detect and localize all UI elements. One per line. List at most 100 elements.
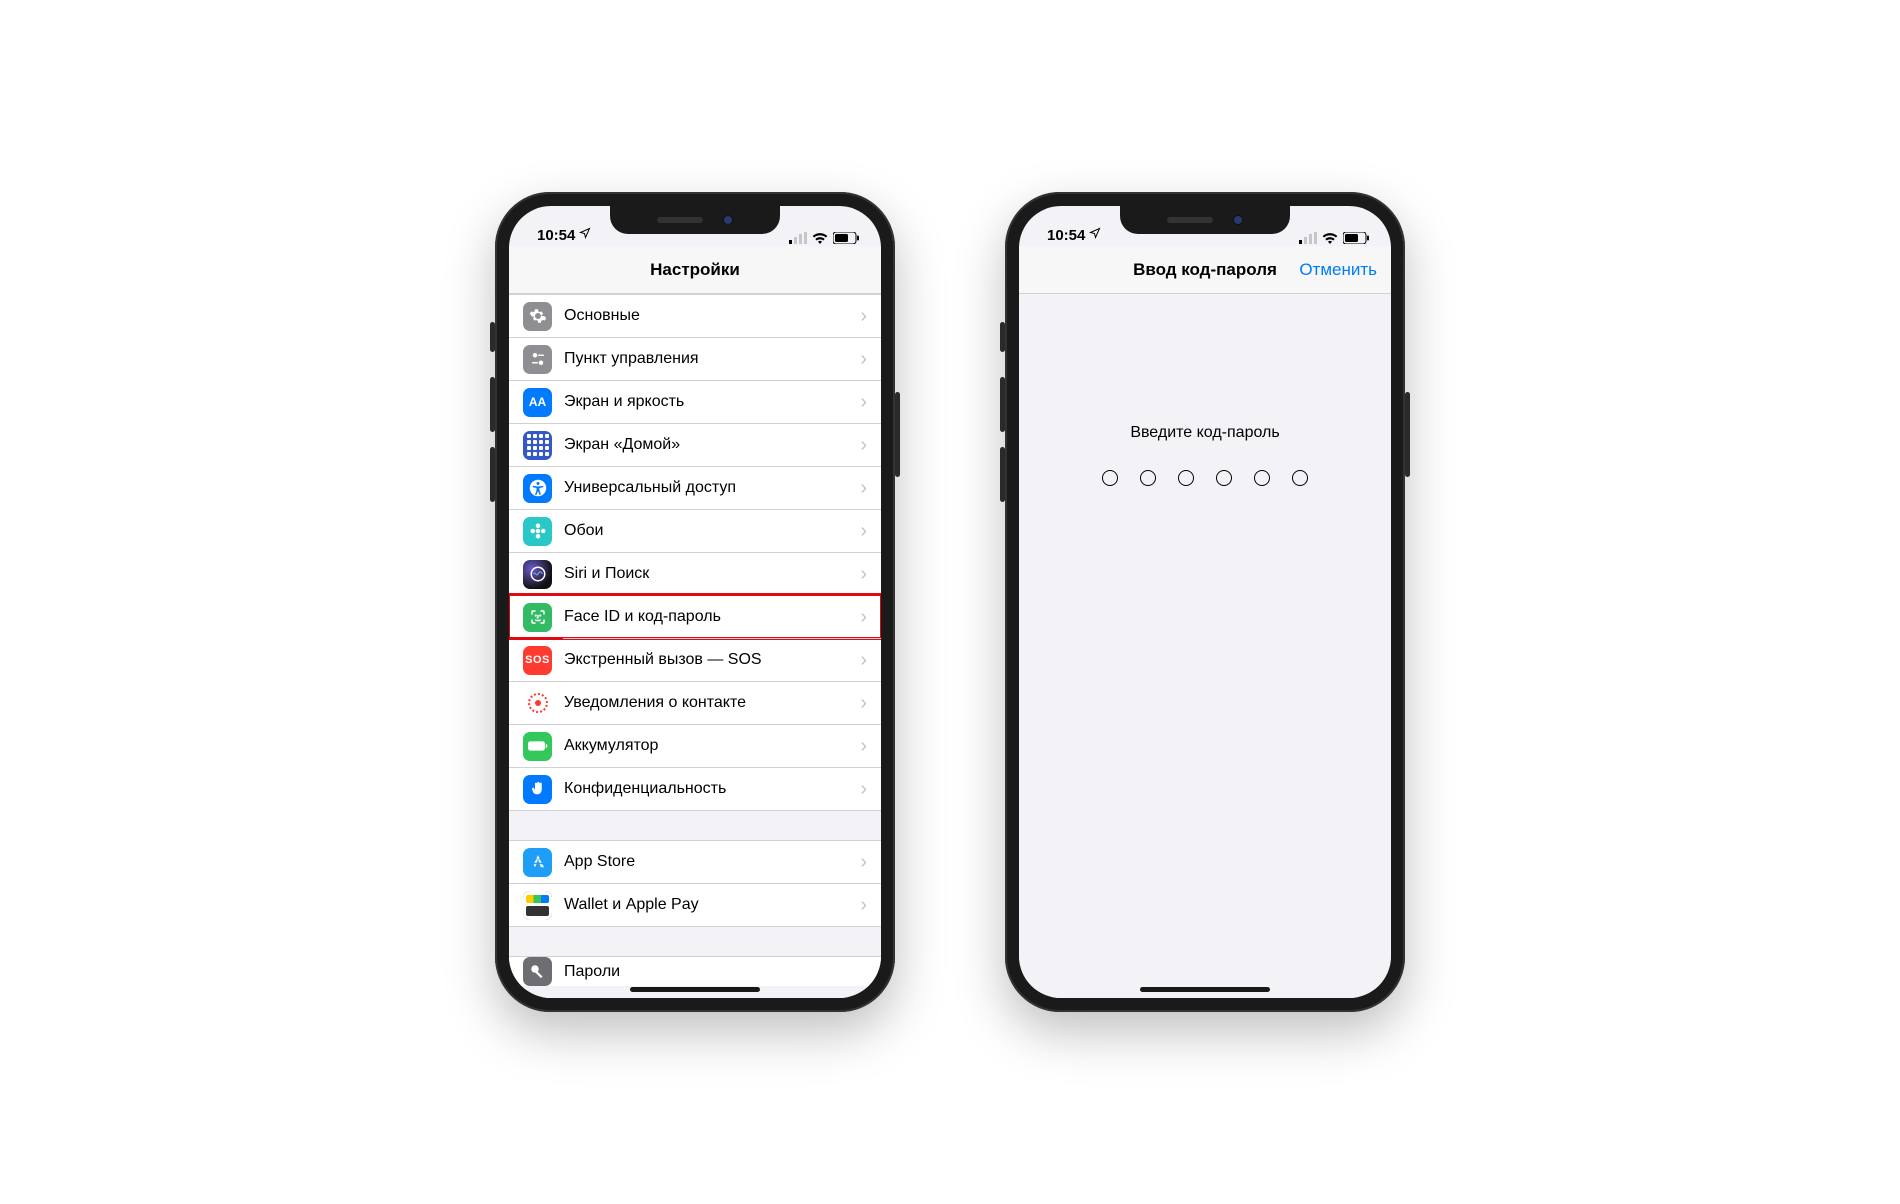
phone-frame-settings: 10:54 Настройки Основные›Пункт управ	[495, 192, 895, 1012]
passcode-dot	[1292, 470, 1308, 486]
notch	[610, 206, 780, 234]
row-label: Конфиденциальность	[564, 780, 860, 798]
passcode-dot	[1178, 470, 1194, 486]
settings-row-privacy[interactable]: Конфиденциальность›	[509, 767, 881, 810]
row-label: Обои	[564, 522, 860, 540]
cancel-button[interactable]: Отменить	[1299, 260, 1377, 280]
passcode-dot	[1254, 470, 1270, 486]
screen-passcode: 10:54 Ввод код-пароля Отменить	[1019, 206, 1391, 998]
settings-row-display[interactable]: AA Экран и яркость›	[509, 380, 881, 423]
text-size-icon: AA	[523, 388, 552, 417]
volume-down-button	[1000, 447, 1005, 502]
settings-row-control-center[interactable]: Пункт управления›	[509, 337, 881, 380]
settings-row-wallet[interactable]: Wallet и Apple Pay›	[509, 883, 881, 926]
chevron-right-icon: ›	[860, 391, 867, 414]
chevron-right-icon: ›	[860, 434, 867, 457]
wifi-icon	[812, 232, 828, 244]
gear-icon	[523, 302, 552, 331]
chevron-right-icon: ›	[860, 606, 867, 629]
row-label: Основные	[564, 307, 860, 325]
row-label: Универсальный доступ	[564, 479, 860, 497]
mute-switch	[490, 322, 495, 352]
faceid-icon	[523, 603, 552, 632]
wallet-icon	[523, 891, 552, 920]
row-label: Уведомления о контакте	[564, 694, 860, 712]
passcode-dot	[1216, 470, 1232, 486]
wifi-icon	[1322, 232, 1338, 244]
passcode-area: Введите код-пароль	[1019, 294, 1391, 998]
nav-title: Ввод код-пароля	[1133, 260, 1277, 280]
settings-row-faceid[interactable]: Face ID и код-пароль›	[509, 595, 881, 638]
settings-row-siri[interactable]: Siri и Поиск›	[509, 552, 881, 595]
status-time: 10:54	[537, 227, 575, 244]
row-label: Аккумулятор	[564, 737, 860, 755]
battery-icon	[833, 232, 859, 244]
siri-icon	[523, 560, 552, 589]
phone-frame-passcode: 10:54 Ввод код-пароля Отменить	[1005, 192, 1405, 1012]
chevron-right-icon: ›	[860, 894, 867, 917]
row-label: Wallet и Apple Pay	[564, 896, 860, 914]
row-label: Face ID и код-пароль	[564, 608, 860, 626]
settings-row-battery[interactable]: Аккумулятор›	[509, 724, 881, 767]
chevron-right-icon: ›	[860, 735, 867, 758]
speaker-grille	[657, 217, 703, 223]
hand-icon	[523, 775, 552, 804]
volume-up-button	[1000, 377, 1005, 432]
row-label: App Store	[564, 853, 860, 871]
exposure-icon	[523, 689, 552, 718]
sos-icon: SOS	[523, 646, 552, 675]
cellular-signal-icon	[789, 232, 807, 244]
chevron-right-icon: ›	[860, 778, 867, 801]
settings-row-passwords[interactable]: Пароли	[509, 956, 881, 986]
appstore-icon	[523, 848, 552, 877]
location-icon	[1089, 227, 1101, 242]
mute-switch	[1000, 322, 1005, 352]
chevron-right-icon: ›	[860, 563, 867, 586]
volume-down-button	[490, 447, 495, 502]
notch	[1120, 206, 1290, 234]
passcode-prompt: Введите код-пароль	[1130, 424, 1279, 442]
row-label: Экран «Домой»	[564, 436, 860, 454]
sliders-icon	[523, 345, 552, 374]
flower-icon	[523, 517, 552, 546]
battery-icon	[523, 732, 552, 761]
chevron-right-icon: ›	[860, 520, 867, 543]
settings-row-accessibility[interactable]: Универсальный доступ›	[509, 466, 881, 509]
settings-row-general[interactable]: Основные›	[509, 294, 881, 337]
row-label: Экстренный вызов — SOS	[564, 651, 860, 669]
settings-row-exposure[interactable]: Уведомления о контакте›	[509, 681, 881, 724]
settings-list[interactable]: Основные›Пункт управления›AAЭкран и ярко…	[509, 294, 881, 998]
nav-bar: Ввод код-пароля Отменить	[1019, 246, 1391, 294]
status-time: 10:54	[1047, 227, 1085, 244]
home-indicator[interactable]	[630, 987, 760, 992]
location-icon	[579, 227, 591, 242]
separator	[563, 638, 881, 639]
row-label: Пароли	[564, 963, 867, 981]
row-label: Экран и яркость	[564, 393, 860, 411]
nav-title: Настройки	[650, 260, 740, 280]
chevron-right-icon: ›	[860, 348, 867, 371]
row-label: Пункт управления	[564, 350, 860, 368]
chevron-right-icon: ›	[860, 851, 867, 874]
side-button	[1405, 392, 1410, 477]
chevron-right-icon: ›	[860, 649, 867, 672]
settings-row-appstore[interactable]: App Store›	[509, 840, 881, 883]
side-button	[895, 392, 900, 477]
key-icon	[523, 957, 552, 986]
row-label: Siri и Поиск	[564, 565, 860, 583]
chevron-right-icon: ›	[860, 305, 867, 328]
settings-row-home-screen[interactable]: Экран «Домой»›	[509, 423, 881, 466]
passcode-dot	[1140, 470, 1156, 486]
speaker-grille	[1167, 217, 1213, 223]
settings-row-sos[interactable]: SOS Экстренный вызов — SOS›	[509, 638, 881, 681]
home-indicator[interactable]	[1140, 987, 1270, 992]
battery-icon	[1343, 232, 1369, 244]
passcode-dot	[1102, 470, 1118, 486]
chevron-right-icon: ›	[860, 477, 867, 500]
nav-bar: Настройки	[509, 246, 881, 294]
front-camera	[723, 215, 733, 225]
passcode-dots[interactable]	[1102, 470, 1308, 486]
settings-row-wallpaper[interactable]: Обои›	[509, 509, 881, 552]
screen-settings: 10:54 Настройки Основные›Пункт управ	[509, 206, 881, 998]
grid-icon	[523, 431, 552, 460]
